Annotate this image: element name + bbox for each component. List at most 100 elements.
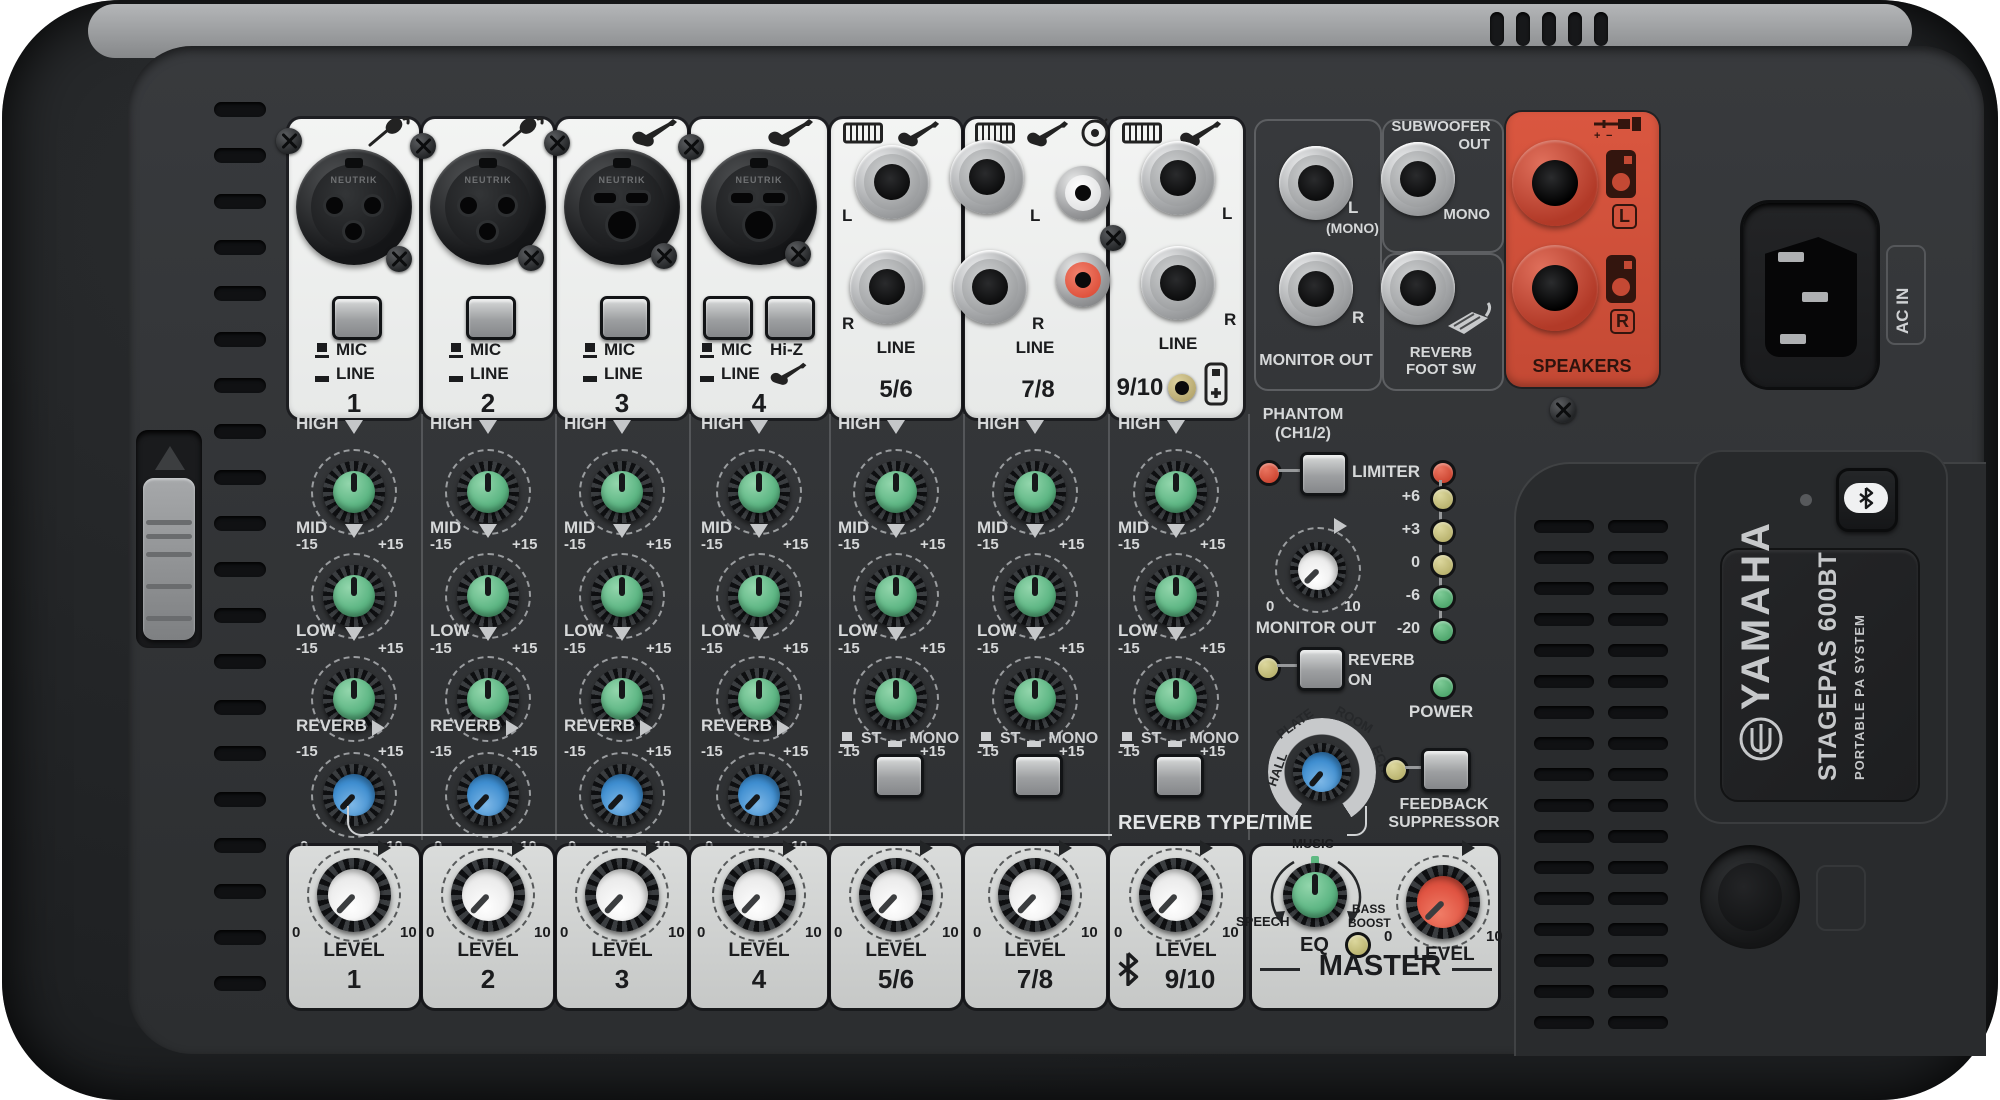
ch78-line-l-jack xyxy=(950,140,1024,214)
scale-max: +15 xyxy=(783,640,808,657)
ch78-level-knob[interactable] xyxy=(988,848,1082,942)
scale-max: +15 xyxy=(512,536,537,553)
marker-icon xyxy=(479,420,497,434)
ch4-mic-line-switch[interactable] xyxy=(703,296,753,340)
meter-plus3-led xyxy=(1430,519,1456,545)
ch2-level-knob[interactable] xyxy=(441,848,535,942)
ac-in-label: AC IN xyxy=(1893,254,1913,334)
ch2-reverb-label: REVERB xyxy=(430,716,501,736)
right-vent-slot xyxy=(1608,520,1668,533)
left-vent-slot xyxy=(214,470,266,485)
phantom-switch[interactable] xyxy=(1300,452,1348,496)
marker-icon xyxy=(887,627,905,641)
scale-max: +15 xyxy=(1200,640,1225,657)
marker-icon xyxy=(750,524,768,538)
guitar-icon xyxy=(768,362,808,386)
scale-min: -15 xyxy=(564,640,586,657)
scale-max: +15 xyxy=(646,640,671,657)
right-vent-slot xyxy=(1608,613,1668,626)
reverb-on-switch[interactable] xyxy=(1297,647,1345,691)
marker-icon xyxy=(345,420,363,434)
ch910-level-label: LEVEL xyxy=(1155,940,1216,962)
svg-text:+: + xyxy=(1594,130,1600,140)
scale-max: +15 xyxy=(512,640,537,657)
ch78-st-mono-labels: STMONO xyxy=(979,730,1098,748)
ch4-level-label: LEVEL xyxy=(728,940,789,962)
speaker-l-letter: L xyxy=(1612,204,1637,229)
right-vent-slot xyxy=(1534,954,1594,967)
switch-down-icon xyxy=(1120,732,1134,747)
mic-label: MIC xyxy=(470,340,501,360)
ch78-rca-r-jack xyxy=(1056,253,1110,307)
ch2-mic-line-switch[interactable] xyxy=(466,296,516,340)
reverb-type-time-knob[interactable] xyxy=(1289,739,1355,805)
st-label: ST xyxy=(1000,730,1020,748)
scale-0: 0 xyxy=(426,924,434,941)
phantom-led xyxy=(1256,460,1282,486)
microphone-icon xyxy=(366,116,410,148)
strip-divider xyxy=(421,414,423,840)
ch56-level-knob[interactable] xyxy=(849,848,943,942)
ch56-r-label: R xyxy=(842,314,854,334)
strip-divider xyxy=(1108,414,1110,840)
ch78-low-label: LOW xyxy=(977,621,1017,641)
latch-ridge xyxy=(146,584,192,589)
switch-up-icon xyxy=(583,367,597,382)
top-vent-slot xyxy=(1542,12,1556,46)
ac-pin xyxy=(1780,334,1806,344)
ch910-r-label: R xyxy=(1224,310,1236,330)
ch1-level-knob[interactable] xyxy=(307,848,401,942)
bluetooth-icon xyxy=(1116,952,1140,986)
screw xyxy=(276,128,302,154)
portable-player-icon xyxy=(1203,362,1229,406)
subwoofer-label: SUBWOOFER xyxy=(1391,118,1490,135)
right-vent-slot xyxy=(1534,861,1594,874)
marker-icon xyxy=(1026,420,1044,434)
ch78-high-label: HIGH xyxy=(977,414,1020,434)
ch4-line-label-row: LINE xyxy=(700,364,760,384)
screw xyxy=(1100,225,1126,251)
ch3-mic-line-switch[interactable] xyxy=(600,296,650,340)
ch78-st-mono-switch[interactable] xyxy=(1013,754,1063,798)
ch2-mid-label: MID xyxy=(430,518,461,538)
ch56-low-label: LOW xyxy=(838,621,878,641)
meter-minus20-label: -20 xyxy=(1397,620,1420,638)
ch2-high-label: HIGH xyxy=(430,414,473,434)
left-vent-slot xyxy=(214,332,266,347)
ch1-mic-line-switch[interactable] xyxy=(332,296,382,340)
ch1-line-label-row: LINE xyxy=(315,364,375,384)
ch56-line-l-jack xyxy=(855,145,929,219)
scale-10: 10 xyxy=(534,924,551,941)
right-vent-slot xyxy=(1608,737,1668,750)
feedback-suppressor-switch[interactable] xyxy=(1421,748,1471,792)
ch4-reverb-label: REVERB xyxy=(701,716,772,736)
ch910-level-knob[interactable] xyxy=(1129,848,1223,942)
embossed-emblem xyxy=(1816,865,1866,931)
right-vent-slot xyxy=(1534,737,1594,750)
subwoofer-out-label: OUT xyxy=(1458,136,1490,153)
right-vent-slot xyxy=(1608,675,1668,688)
switch-down-icon xyxy=(700,343,714,358)
ch910-st-mono-switch[interactable] xyxy=(1154,754,1204,798)
left-vent-slot xyxy=(214,700,266,715)
scale-max: +15 xyxy=(378,640,403,657)
marker-icon xyxy=(750,420,768,434)
switch-up-icon xyxy=(1027,732,1041,747)
scale-0: 0 xyxy=(834,924,842,941)
ch4-mic-label-row: MIC xyxy=(700,340,752,360)
left-vent-slot xyxy=(214,378,266,393)
st-label: ST xyxy=(861,730,881,748)
ch4-low-label: LOW xyxy=(701,621,741,641)
marker-icon xyxy=(1167,420,1185,434)
scale-10: 10 xyxy=(942,924,959,941)
speech-label: SPEECH xyxy=(1236,914,1289,929)
ch3-level-knob[interactable] xyxy=(575,848,669,942)
master-level-knob[interactable] xyxy=(1396,855,1490,949)
scale-min: -15 xyxy=(1118,536,1140,553)
ch4-hiz-switch[interactable] xyxy=(765,296,815,340)
ch4-level-knob[interactable] xyxy=(712,848,806,942)
ch56-st-mono-switch[interactable] xyxy=(874,754,924,798)
scale-0: 0 xyxy=(292,924,300,941)
right-vent-slot xyxy=(1534,644,1594,657)
meter-plus3-label: +3 xyxy=(1402,521,1420,539)
